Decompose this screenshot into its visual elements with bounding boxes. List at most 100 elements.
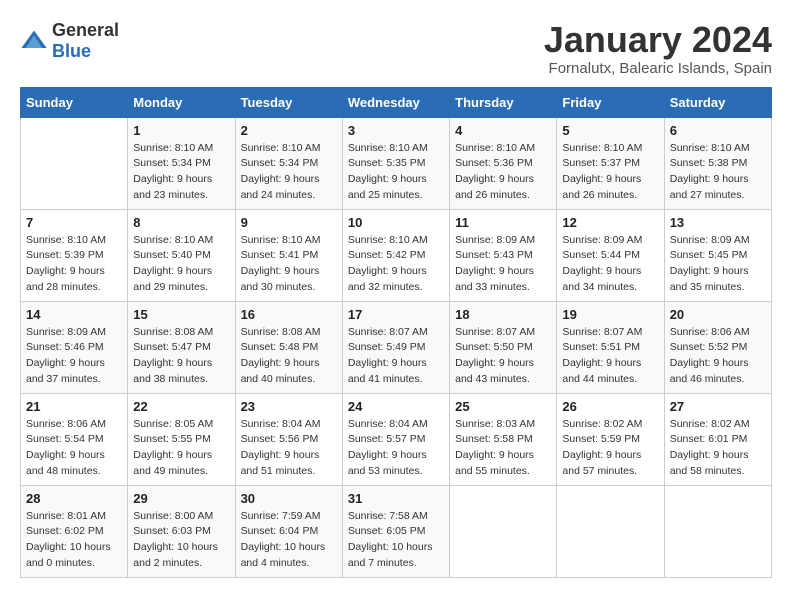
- logo: General Blue: [20, 20, 119, 62]
- calendar-cell: 31Sunrise: 7:58 AMSunset: 6:05 PMDayligh…: [342, 485, 449, 577]
- calendar-cell: 15Sunrise: 8:08 AMSunset: 5:47 PMDayligh…: [128, 301, 235, 393]
- calendar-cell: 18 Sunrise: 8:07 AMSunset: 5:50 PMDayligh…: [450, 301, 557, 393]
- col-wednesday: Wednesday: [342, 87, 449, 117]
- calendar-cell: 4 Sunrise: 8:10 AMSunset: 5:36 PMDaylight…: [450, 117, 557, 209]
- day-info: Sunrise: 8:02 AMSunset: 6:01 PMDaylight:…: [670, 417, 766, 480]
- day-number: 22: [133, 399, 229, 414]
- day-number: 11: [455, 215, 551, 230]
- day-number: 20: [670, 307, 766, 322]
- calendar-cell: 24Sunrise: 8:04 AMSunset: 5:57 PMDayligh…: [342, 393, 449, 485]
- day-number: 6: [670, 123, 766, 138]
- calendar-cell: 30 Sunrise: 7:59 AMSunset: 6:04 PMDayligh…: [235, 485, 342, 577]
- day-number: 18: [455, 307, 551, 322]
- day-number: 27: [670, 399, 766, 414]
- day-info: Sunrise: 8:10 AMSunset: 5:39 PMDaylight:…: [26, 233, 122, 296]
- day-info: Sunrise: 8:05 AMSunset: 5:55 PMDaylight:…: [133, 417, 229, 480]
- calendar-cell: 22 Sunrise: 8:05 AMSunset: 5:55 PMDayligh…: [128, 393, 235, 485]
- day-info: Sunrise: 8:10 AMSunset: 5:36 PMDaylight:…: [455, 141, 551, 204]
- day-number: 12: [562, 215, 658, 230]
- calendar-cell: 25 Sunrise: 8:03 AMSunset: 5:58 PMDayligh…: [450, 393, 557, 485]
- day-info: Sunrise: 8:07 AMSunset: 5:50 PMDaylight:…: [455, 325, 551, 388]
- day-number: 10: [348, 215, 444, 230]
- calendar-cell: [450, 485, 557, 577]
- logo-general: General: [52, 20, 119, 40]
- calendar-cell: [557, 485, 664, 577]
- day-info: Sunrise: 7:58 AMSunset: 6:05 PMDaylight:…: [348, 509, 444, 572]
- calendar-cell: [21, 117, 128, 209]
- calendar-cell: 27 Sunrise: 8:02 AMSunset: 6:01 PMDayligh…: [664, 393, 771, 485]
- day-info: Sunrise: 8:04 AMSunset: 5:57 PMDaylight:…: [348, 417, 444, 480]
- calendar-cell: 17 Sunrise: 8:07 AMSunset: 5:49 PMDayligh…: [342, 301, 449, 393]
- day-number: 29: [133, 491, 229, 506]
- calendar-cell: 5 Sunrise: 8:10 AMSunset: 5:37 PMDaylight…: [557, 117, 664, 209]
- calendar-cell: 2 Sunrise: 8:10 AMSunset: 5:34 PMDaylight…: [235, 117, 342, 209]
- day-number: 23: [241, 399, 337, 414]
- calendar-cell: 3 Sunrise: 8:10 AMSunset: 5:35 PMDaylight…: [342, 117, 449, 209]
- calendar-title: January 2024: [544, 20, 772, 60]
- day-info: Sunrise: 8:10 AMSunset: 5:40 PMDaylight:…: [133, 233, 229, 296]
- calendar-cell: 23 Sunrise: 8:04 AMSunset: 5:56 PMDayligh…: [235, 393, 342, 485]
- col-friday: Friday: [557, 87, 664, 117]
- day-number: 26: [562, 399, 658, 414]
- day-number: 5: [562, 123, 658, 138]
- day-info: Sunrise: 8:10 AMSunset: 5:37 PMDaylight:…: [562, 141, 658, 204]
- calendar-cell: 29 Sunrise: 8:00 AMSunset: 6:03 PMDayligh…: [128, 485, 235, 577]
- day-info: Sunrise: 8:06 AMSunset: 5:54 PMDaylight:…: [26, 417, 122, 480]
- calendar-week-2: 7 Sunrise: 8:10 AMSunset: 5:39 PMDaylight…: [21, 209, 772, 301]
- calendar-cell: 20 Sunrise: 8:06 AMSunset: 5:52 PMDayligh…: [664, 301, 771, 393]
- calendar-week-3: 14Sunrise: 8:09 AMSunset: 5:46 PMDayligh…: [21, 301, 772, 393]
- calendar-cell: 1Sunrise: 8:10 AMSunset: 5:34 PMDaylight…: [128, 117, 235, 209]
- day-number: 28: [26, 491, 122, 506]
- calendar-cell: 16 Sunrise: 8:08 AMSunset: 5:48 PMDayligh…: [235, 301, 342, 393]
- header-row: Sunday Monday Tuesday Wednesday Thursday…: [21, 87, 772, 117]
- col-tuesday: Tuesday: [235, 87, 342, 117]
- calendar-week-5: 28 Sunrise: 8:01 AMSunset: 6:02 PMDayligh…: [21, 485, 772, 577]
- calendar-cell: 21Sunrise: 8:06 AMSunset: 5:54 PMDayligh…: [21, 393, 128, 485]
- day-number: 7: [26, 215, 122, 230]
- day-info: Sunrise: 8:10 AMSunset: 5:38 PMDaylight:…: [670, 141, 766, 204]
- day-number: 4: [455, 123, 551, 138]
- day-number: 3: [348, 123, 444, 138]
- day-info: Sunrise: 8:03 AMSunset: 5:58 PMDaylight:…: [455, 417, 551, 480]
- day-info: Sunrise: 8:10 AMSunset: 5:34 PMDaylight:…: [241, 141, 337, 204]
- calendar-cell: 13Sunrise: 8:09 AMSunset: 5:45 PMDayligh…: [664, 209, 771, 301]
- calendar-cell: 28 Sunrise: 8:01 AMSunset: 6:02 PMDayligh…: [21, 485, 128, 577]
- logo-icon: [20, 27, 48, 55]
- calendar-subtitle: Fornalutx, Balearic Islands, Spain: [544, 60, 772, 77]
- day-info: Sunrise: 8:08 AMSunset: 5:48 PMDaylight:…: [241, 325, 337, 388]
- logo-blue: Blue: [52, 41, 91, 61]
- day-number: 17: [348, 307, 444, 322]
- calendar-cell: 7 Sunrise: 8:10 AMSunset: 5:39 PMDaylight…: [21, 209, 128, 301]
- calendar-cell: 12 Sunrise: 8:09 AMSunset: 5:44 PMDayligh…: [557, 209, 664, 301]
- calendar-cell: 11Sunrise: 8:09 AMSunset: 5:43 PMDayligh…: [450, 209, 557, 301]
- day-number: 16: [241, 307, 337, 322]
- day-number: 8: [133, 215, 229, 230]
- day-info: Sunrise: 8:04 AMSunset: 5:56 PMDaylight:…: [241, 417, 337, 480]
- col-monday: Monday: [128, 87, 235, 117]
- title-area: January 2024 Fornalutx, Balearic Islands…: [544, 20, 772, 77]
- calendar-week-4: 21Sunrise: 8:06 AMSunset: 5:54 PMDayligh…: [21, 393, 772, 485]
- day-number: 25: [455, 399, 551, 414]
- calendar-cell: 19Sunrise: 8:07 AMSunset: 5:51 PMDayligh…: [557, 301, 664, 393]
- day-info: Sunrise: 7:59 AMSunset: 6:04 PMDaylight:…: [241, 509, 337, 572]
- day-info: Sunrise: 8:07 AMSunset: 5:49 PMDaylight:…: [348, 325, 444, 388]
- calendar-week-1: 1 Sunrise: 8:10 AMSunset: 5:34 PMDaylight…: [21, 117, 772, 209]
- day-number: 30: [241, 491, 337, 506]
- calendar-cell: 14Sunrise: 8:09 AMSunset: 5:46 PMDayligh…: [21, 301, 128, 393]
- day-info: Sunrise: 8:06 AMSunset: 5:52 PMDaylight:…: [670, 325, 766, 388]
- day-number: 2: [241, 123, 337, 138]
- day-number: 14: [26, 307, 122, 322]
- day-number: 9: [241, 215, 337, 230]
- day-info: Sunrise: 8:10 AMSunset: 5:42 PMDaylight:…: [348, 233, 444, 296]
- calendar-cell: 26Sunrise: 8:02 AMSunset: 5:59 PMDayligh…: [557, 393, 664, 485]
- col-sunday: Sunday: [21, 87, 128, 117]
- col-thursday: Thursday: [450, 87, 557, 117]
- calendar-table: Sunday Monday Tuesday Wednesday Thursday…: [20, 87, 772, 578]
- calendar-cell: 9Sunrise: 8:10 AMSunset: 5:41 PMDaylight…: [235, 209, 342, 301]
- day-info: Sunrise: 8:09 AMSunset: 5:44 PMDaylight:…: [562, 233, 658, 296]
- day-info: Sunrise: 8:01 AMSunset: 6:02 PMDaylight:…: [26, 509, 122, 572]
- day-info: Sunrise: 8:00 AMSunset: 6:03 PMDaylight:…: [133, 509, 229, 572]
- day-number: 1: [133, 123, 229, 138]
- day-number: 19: [562, 307, 658, 322]
- day-info: Sunrise: 8:10 AMSunset: 5:35 PMDaylight:…: [348, 141, 444, 204]
